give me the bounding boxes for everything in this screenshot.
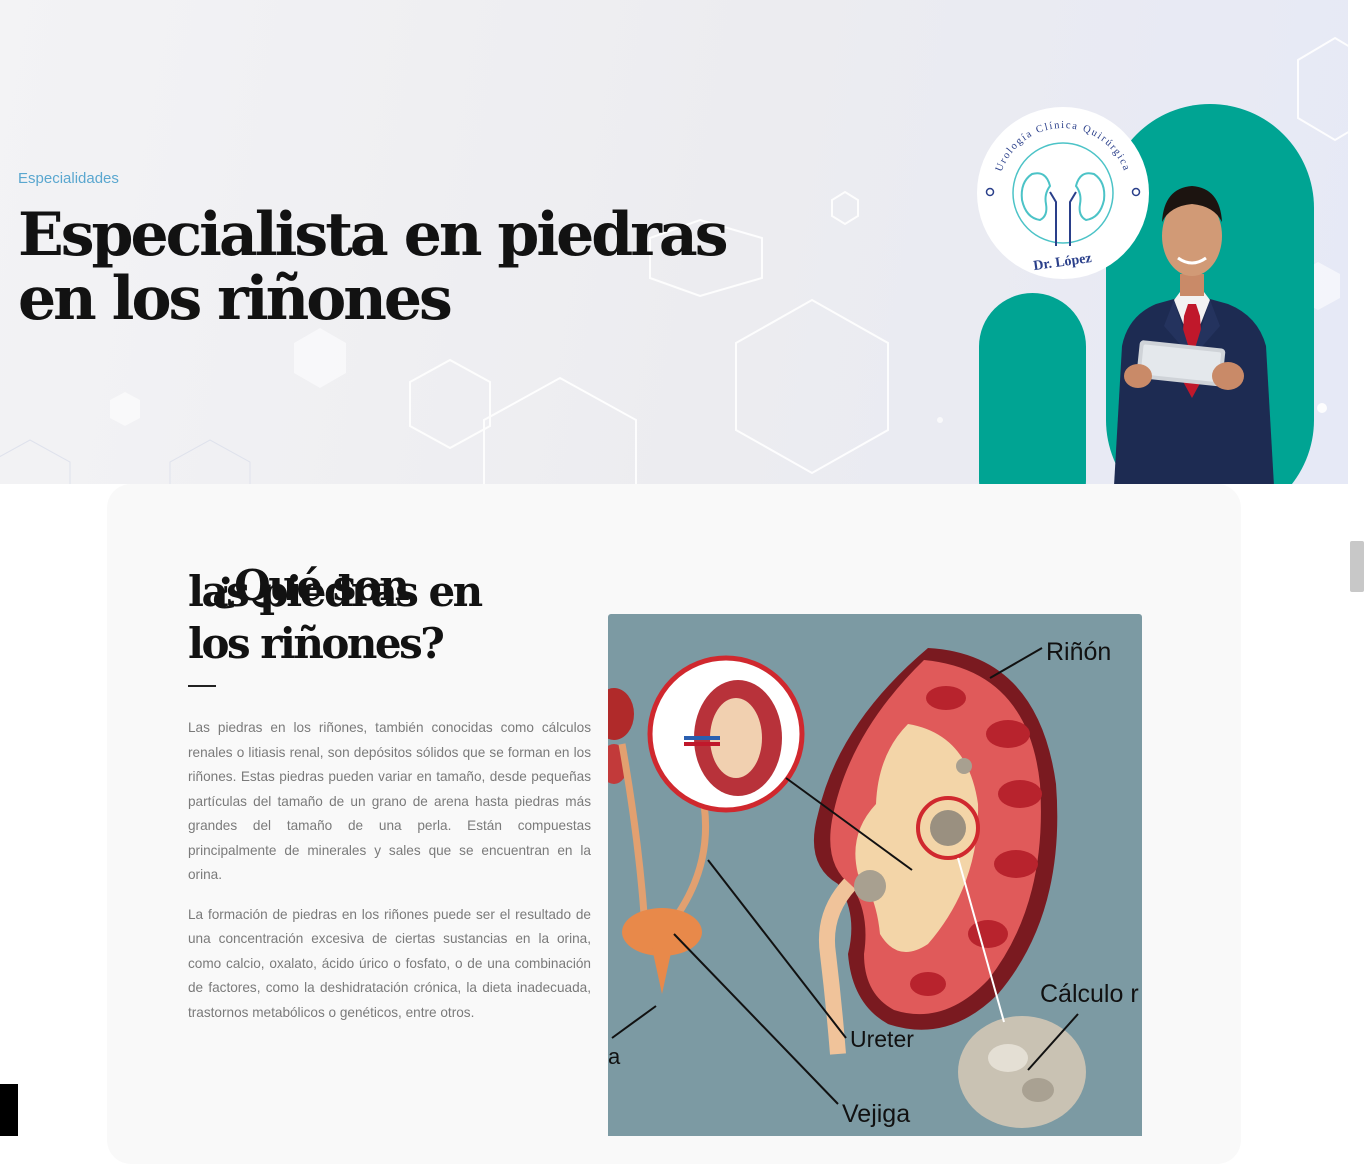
section-title-text: las piedras en los riñones? bbox=[188, 567, 483, 668]
title-underline bbox=[188, 685, 216, 687]
label-bladder: Vejiga bbox=[842, 1100, 911, 1128]
clinic-logo: Urología Clínica Quirúrgica Dr. López bbox=[977, 107, 1149, 279]
paragraph-2: La formación de piedras en los riñones p… bbox=[188, 906, 591, 1020]
section-title: ¿Qué son las piedras en los riñones? bbox=[188, 561, 548, 670]
label-stone: Cálculo r bbox=[1040, 980, 1139, 1008]
teal-pill-shape-small bbox=[979, 293, 1086, 484]
section-eyebrow: Especialidades bbox=[18, 170, 119, 187]
section-body: Las piedras en los riñones, también cono… bbox=[188, 716, 591, 1040]
label-ureter: Ureter bbox=[850, 1026, 914, 1052]
page-title: Especialista en piedras en los riñones bbox=[18, 200, 729, 334]
scrollbar-thumb[interactable] bbox=[1350, 541, 1364, 592]
label-cut-left: a bbox=[608, 1044, 621, 1069]
label-kidney: Riñón bbox=[1046, 638, 1112, 666]
corner-tab[interactable] bbox=[0, 1084, 18, 1136]
kidney-stone-illustration: Riñón Cálculo r Ureter Vejiga a bbox=[608, 614, 1142, 1136]
anatomy-drawing bbox=[608, 647, 1086, 1128]
hero-banner: Especialidades Especialista en piedras e… bbox=[0, 0, 1348, 484]
paragraph-1: Las piedras en los riñones, también cono… bbox=[188, 720, 591, 882]
